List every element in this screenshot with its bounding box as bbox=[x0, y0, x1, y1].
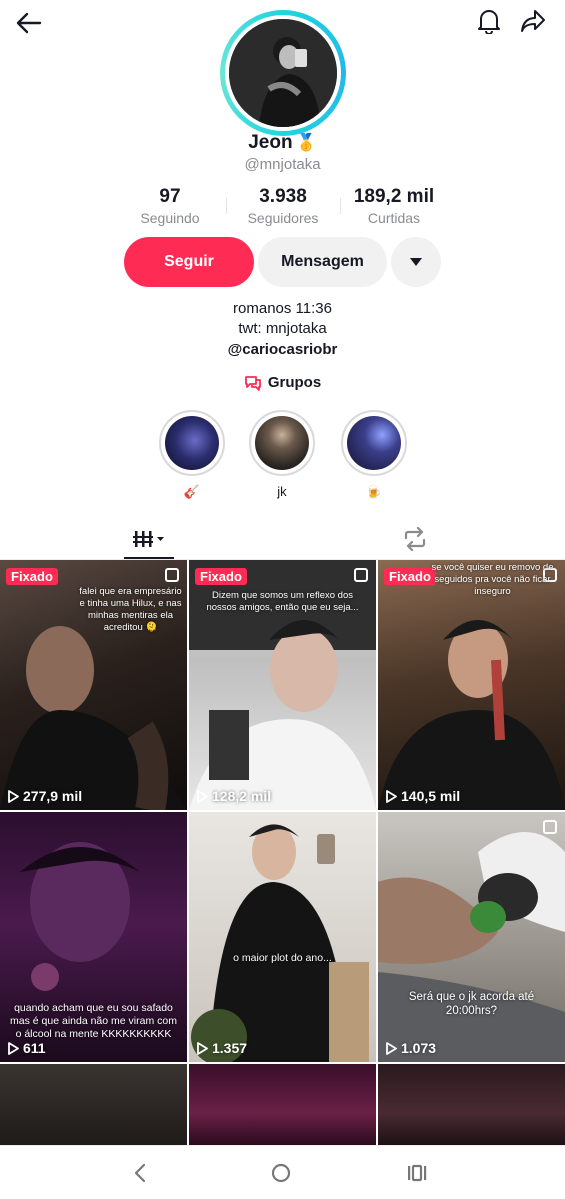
play-icon bbox=[386, 1041, 397, 1055]
followers-count: 3.938 bbox=[259, 186, 307, 207]
view-count-value: 128,2 mil bbox=[212, 788, 272, 804]
video-caption: quando acham que eu sou safado mas é que… bbox=[10, 1002, 177, 1041]
video-grid-icon bbox=[133, 531, 164, 547]
bio-line: twt: mnjotaka bbox=[238, 320, 327, 337]
display-name: Jeon bbox=[248, 132, 293, 153]
stat-likes[interactable]: 189,2 mil Curtidas bbox=[348, 186, 440, 226]
profile-name: Jeon 🥇 bbox=[0, 132, 565, 154]
view-count: 1.357 bbox=[196, 1040, 247, 1056]
highlight-label: 🍺 bbox=[365, 484, 383, 499]
video-thumbnail[interactable]: Fixado Dizem que somos um reflexo dos no… bbox=[189, 560, 376, 810]
highlight-label: 🎸 bbox=[183, 484, 201, 499]
video-caption: Será que o jk acorda até 20:00hrs? bbox=[408, 991, 535, 1018]
video-caption: falei que era empresário e tinha uma Hil… bbox=[79, 586, 182, 633]
highlight-item[interactable]: jk bbox=[249, 410, 315, 500]
view-count-value: 1.073 bbox=[401, 1040, 437, 1056]
bio-line: romanos 11:36 bbox=[233, 300, 332, 317]
play-icon bbox=[386, 789, 397, 803]
video-thumbnail[interactable]: Fixado falei que era empresário e tinha … bbox=[0, 560, 187, 810]
more-options-button[interactable] bbox=[391, 237, 441, 287]
play-icon bbox=[197, 789, 208, 803]
bell-icon[interactable] bbox=[475, 6, 503, 36]
active-tab-indicator bbox=[124, 557, 174, 559]
video-thumbnail[interactable] bbox=[378, 1064, 565, 1146]
pinned-badge: Fixado bbox=[195, 568, 247, 585]
view-count-value: 611 bbox=[23, 1040, 46, 1056]
video-thumbnail[interactable]: Fixado se você quiser eu removo de segui… bbox=[378, 560, 565, 810]
view-count: 611 bbox=[7, 1040, 46, 1056]
back-arrow-icon[interactable] bbox=[14, 8, 44, 38]
system-nav-bar bbox=[0, 1145, 565, 1199]
nav-home-icon[interactable] bbox=[266, 1158, 296, 1188]
following-label: Seguindo bbox=[140, 210, 200, 226]
groups-link[interactable]: Grupos bbox=[0, 374, 565, 391]
username-handle: @mnjotaka bbox=[244, 156, 321, 173]
followers-label: Seguidores bbox=[247, 210, 319, 226]
highlight-item[interactable]: 🎸 bbox=[159, 410, 225, 500]
follow-button[interactable]: Seguir bbox=[124, 237, 254, 287]
view-count-value: 1.357 bbox=[212, 1040, 248, 1056]
video-thumbnail[interactable] bbox=[0, 1064, 187, 1146]
highlight-thumbnail bbox=[255, 416, 309, 470]
medal-badge: 🥇 bbox=[295, 133, 317, 152]
view-count: 128,2 mil bbox=[196, 788, 271, 804]
view-count: 277,9 mil bbox=[7, 788, 82, 804]
multi-photo-icon bbox=[165, 568, 179, 582]
view-count-value: 140,5 mil bbox=[401, 788, 461, 804]
caret-down-icon bbox=[410, 258, 422, 266]
nav-back-icon[interactable] bbox=[125, 1158, 155, 1188]
play-icon bbox=[8, 789, 19, 803]
message-button[interactable]: Mensagem bbox=[258, 237, 387, 287]
highlight-thumbnail bbox=[165, 416, 219, 470]
view-count: 140,5 mil bbox=[385, 788, 460, 804]
play-icon bbox=[8, 1041, 19, 1055]
highlight-thumbnail bbox=[347, 416, 401, 470]
play-icon bbox=[197, 1041, 208, 1055]
tab-reposts[interactable] bbox=[390, 518, 440, 560]
avatar-image bbox=[229, 19, 337, 127]
following-count: 97 bbox=[159, 186, 181, 207]
repost-icon bbox=[404, 527, 426, 551]
video-caption: se você quiser eu removo de seguidos pra… bbox=[431, 562, 554, 597]
video-caption: Dizem que somos um reflexo dos nossos am… bbox=[206, 590, 359, 613]
highlight-label: jk bbox=[277, 484, 287, 499]
likes-label: Curtidas bbox=[367, 210, 421, 226]
share-icon[interactable] bbox=[518, 6, 548, 36]
groups-label: Grupos bbox=[267, 374, 322, 391]
multi-photo-icon bbox=[543, 820, 557, 834]
video-caption: o maior plot do ano... bbox=[233, 952, 332, 964]
bio-link[interactable]: @cariocasriobr bbox=[0, 341, 565, 358]
stat-divider bbox=[226, 198, 227, 214]
tab-videos[interactable] bbox=[124, 518, 174, 560]
profile-stats: 97 Seguindo 3.938 Seguidores 189,2 mil C… bbox=[0, 186, 565, 228]
video-thumbnail[interactable]: quando acham que eu sou safado mas é que… bbox=[0, 812, 187, 1062]
nav-recents-icon[interactable] bbox=[402, 1158, 432, 1188]
pinned-badge: Fixado bbox=[6, 568, 58, 585]
stat-following[interactable]: 97 Seguindo bbox=[127, 186, 213, 226]
likes-count: 189,2 mil bbox=[353, 186, 435, 207]
stat-divider bbox=[340, 198, 341, 214]
video-thumbnail[interactable]: o maior plot do ano... 1.357 bbox=[189, 812, 376, 1062]
view-count-value: 277,9 mil bbox=[23, 788, 83, 804]
avatar[interactable] bbox=[220, 10, 346, 136]
multi-photo-icon bbox=[354, 568, 368, 582]
highlight-item[interactable]: 🍺 bbox=[341, 410, 407, 500]
chat-bubbles-icon bbox=[244, 375, 261, 391]
video-thumbnail[interactable] bbox=[189, 1064, 376, 1146]
view-count: 1.073 bbox=[385, 1040, 436, 1056]
content-tabs bbox=[0, 518, 565, 560]
video-thumbnail[interactable]: Será que o jk acorda até 20:00hrs? 1.073 bbox=[378, 812, 565, 1062]
stat-followers[interactable]: 3.938 Seguidores bbox=[238, 186, 328, 226]
